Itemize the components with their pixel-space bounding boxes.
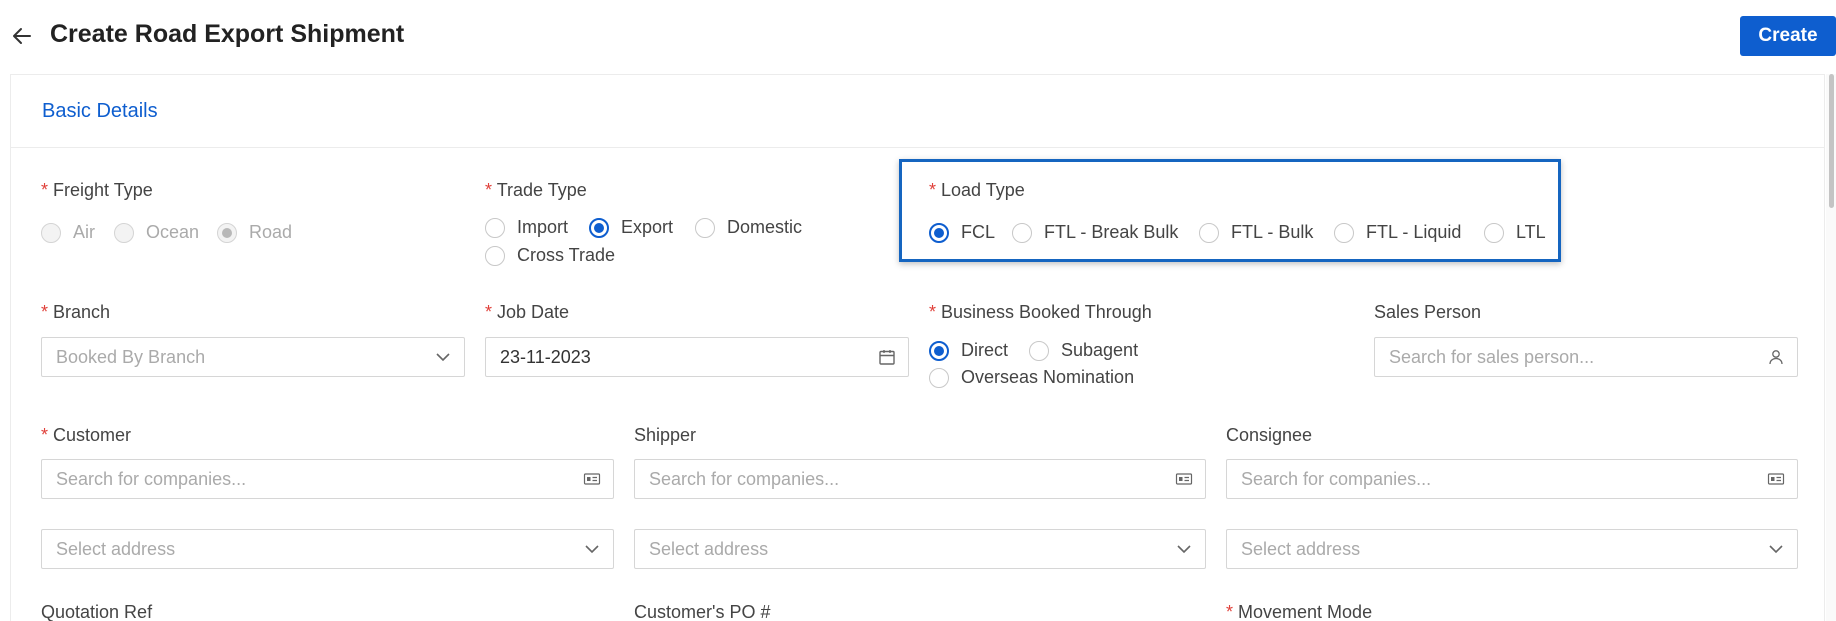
shipper-address-select[interactable]: Select address [634,529,1206,569]
freight-type-road-radio: Road [217,222,292,243]
sales-person-placeholder: Search for sales person... [1389,347,1595,367]
freight-type-air-radio: Air [41,222,95,243]
calendar-icon[interactable] [878,348,896,366]
consignee-placeholder: Search for companies... [1241,469,1432,489]
load-type-ftl-liquid-radio[interactable]: FTL - Liquid [1334,222,1461,243]
load-type-fcl-radio[interactable]: FCL [929,222,995,243]
shipper-address-placeholder: Select address [649,539,769,559]
chevron-down-icon [436,353,450,362]
radio-selected-icon [929,340,949,361]
radio-circle-icon [929,367,949,388]
user-icon [1769,350,1783,365]
customer-input[interactable]: Search for companies... [41,459,614,499]
job-date-value: 23-11-2023 [500,347,591,367]
radio-circle-icon [1484,222,1504,243]
shipper-placeholder: Search for companies... [649,469,840,489]
customer-label: Customer [41,425,131,446]
branch-placeholder: Booked By Branch [56,347,206,367]
radio-selected-icon [589,217,609,238]
trade-type-label: Trade Type [485,180,587,201]
chevron-down-icon [1177,545,1191,554]
section-title[interactable]: Basic Details [42,100,158,123]
shipper-label: Shipper [634,425,697,445]
sales-person-input[interactable]: Search for sales person... [1374,337,1798,377]
page-title: Create Road Export Shipment [50,20,405,48]
business-booked-subagent-radio[interactable]: Subagent [1029,340,1138,361]
id-card-icon [583,473,601,485]
trade-type-cross-trade-radio[interactable]: Cross Trade [485,245,615,266]
job-date-label: Job Date [485,302,569,323]
radio-circle-icon [1012,222,1032,243]
chevron-down-icon [585,545,599,554]
trade-type-import-radio[interactable]: Import [485,217,568,238]
load-type-label: Load Type [929,180,1025,201]
radio-circle-icon [1029,340,1049,361]
page-header: Create Road Export Shipment Create [0,0,1836,74]
radio-selected-icon [929,222,949,243]
consignee-label: Consignee [1226,425,1313,445]
create-button[interactable]: Create [1740,16,1836,56]
radio-circle-icon [695,217,715,238]
load-type-ltl-radio[interactable]: LTL [1484,222,1546,243]
scrollbar-thumb[interactable] [1829,74,1834,208]
section-header: Basic Details [11,75,1824,148]
radio-circle-icon [41,222,61,243]
load-type-ftl-break-bulk-radio[interactable]: FTL - Break Bulk [1012,222,1178,243]
id-card-icon [1175,473,1193,485]
radio-circle-icon [485,217,505,238]
trade-type-export-radio[interactable]: Export [589,217,673,238]
business-booked-label: Business Booked Through [929,302,1152,323]
quotation-ref-label: Quotation Ref [41,602,153,621]
shipper-input[interactable]: Search for companies... [634,459,1206,499]
business-booked-overseas-radio[interactable]: Overseas Nomination [929,367,1134,388]
radio-circle-icon [1334,222,1354,243]
customer-po-label: Customer's PO # [634,602,771,621]
back-arrow-icon[interactable] [10,24,34,48]
trade-type-domestic-radio[interactable]: Domestic [695,217,802,238]
chevron-down-icon [1769,545,1783,554]
radio-selected-icon [217,222,237,243]
consignee-input[interactable]: Search for companies... [1226,459,1798,499]
customer-placeholder: Search for companies... [56,469,247,489]
freight-type-label: Freight Type [41,180,153,201]
business-booked-direct-radio[interactable]: Direct [929,340,1008,361]
movement-mode-label: Movement Mode [1226,602,1372,621]
load-type-ftl-bulk-radio[interactable]: FTL - Bulk [1199,222,1313,243]
consignee-address-placeholder: Select address [1241,539,1361,559]
sales-person-label: Sales Person [1374,302,1482,322]
load-type-highlight [899,159,1561,262]
radio-circle-icon [485,245,505,266]
customer-address-placeholder: Select address [56,539,176,559]
branch-select[interactable]: Booked By Branch [41,337,465,377]
radio-circle-icon [1199,222,1219,243]
id-card-icon [1767,473,1785,485]
freight-type-ocean-radio: Ocean [114,222,199,243]
customer-address-select[interactable]: Select address [41,529,614,569]
radio-circle-icon [114,222,134,243]
consignee-address-select[interactable]: Select address [1226,529,1798,569]
job-date-input[interactable]: 23-11-2023 [485,337,909,377]
branch-label: Branch [41,302,110,323]
